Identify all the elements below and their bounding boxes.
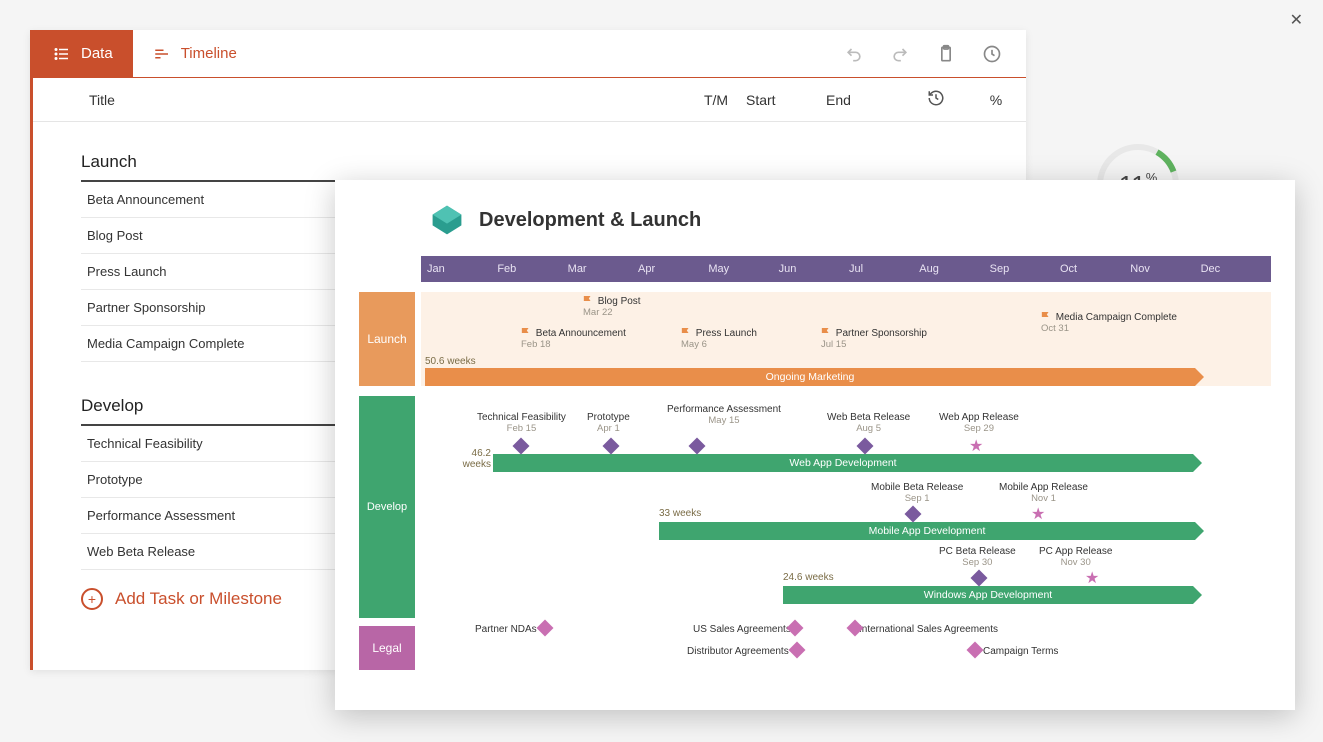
month-label: Dec (1201, 263, 1271, 275)
duration-mobile: 33 weeks (659, 508, 701, 519)
flag-date: Jul 15 (821, 339, 927, 350)
milestone-pbr[interactable]: PC Beta ReleaseSep 30 (939, 546, 1016, 568)
legal-us[interactable]: US Sales Agreements (693, 624, 791, 635)
lane-develop-label: Develop (359, 396, 415, 618)
month-label: Sep (990, 263, 1060, 275)
app-logo-icon (429, 202, 465, 238)
list-icon (53, 45, 71, 63)
lane-legal-label: Legal (359, 626, 415, 670)
flag-date: Feb 18 (521, 339, 626, 350)
timeline-title: Development & Launch (479, 209, 701, 232)
flag-icon (681, 328, 691, 338)
legal-dist[interactable]: Distributor Agreements (687, 646, 789, 657)
col-tm: T/M (686, 92, 746, 108)
month-label: Jul (849, 263, 919, 275)
flag-media[interactable]: Media Campaign Complete Oct 31 (1041, 312, 1177, 334)
plus-icon: + (81, 588, 103, 610)
milestone-war[interactable]: Web App ReleaseSep 29 (939, 412, 1019, 434)
flag-partner[interactable]: Partner Sponsorship Jul 15 (821, 328, 927, 350)
month-label: Jan (427, 263, 497, 275)
tab-timeline-label: Timeline (181, 45, 237, 62)
month-label: Feb (497, 263, 567, 275)
tab-bar: Data Timeline (33, 30, 1026, 78)
milestone-mbr[interactable]: Mobile Beta ReleaseSep 1 (871, 482, 963, 504)
column-headers: Title T/M Start End % (33, 78, 1026, 122)
col-history (906, 89, 966, 110)
milestone-mar[interactable]: Mobile App ReleaseNov 1 (999, 482, 1088, 504)
star-icon: ★ (969, 436, 983, 456)
flag-label: Partner Sponsorship (836, 328, 927, 339)
history-icon[interactable] (982, 44, 1002, 64)
milestone-perf[interactable]: Performance AssessmentMay 15 (667, 404, 781, 426)
month-label: Oct (1060, 263, 1130, 275)
close-button[interactable]: ✕ (1290, 10, 1303, 30)
group-launch-title[interactable]: Launch (81, 146, 1006, 182)
bar-marketing[interactable]: Ongoing Marketing (425, 368, 1195, 386)
add-task-button[interactable]: + Add Task or Milestone + (81, 570, 361, 610)
bar-windows[interactable]: Windows App Development (783, 586, 1193, 604)
flag-icon (821, 328, 831, 338)
flag-icon (1041, 312, 1051, 322)
tab-data-label: Data (81, 45, 113, 62)
milestone-par[interactable]: PC App ReleaseNov 30 (1039, 546, 1112, 568)
clipboard-icon[interactable] (936, 44, 956, 64)
month-label: Apr (638, 263, 708, 275)
flag-beta[interactable]: Beta Announcement Feb 18 (521, 328, 626, 350)
bar-web[interactable]: Web App Development (493, 454, 1193, 472)
flag-date: Mar 22 (583, 307, 641, 318)
milestone-wbr[interactable]: Web Beta ReleaseAug 5 (827, 412, 910, 434)
flag-blog[interactable]: Blog Post Mar 22 (583, 296, 641, 318)
flag-date: May 6 (681, 339, 757, 350)
month-label: Nov (1130, 263, 1200, 275)
legal-nda[interactable]: Partner NDAs (475, 624, 537, 635)
tab-data[interactable]: Data (33, 30, 133, 77)
milestone-tf[interactable]: Technical FeasibilityFeb 15 (477, 412, 566, 434)
add-task-label: Add Task or Milestone (115, 589, 282, 609)
col-start: Start (746, 92, 826, 108)
legal-terms[interactable]: Campaign Terms (983, 646, 1058, 657)
col-title: Title (89, 92, 686, 108)
month-label: Mar (568, 263, 638, 275)
duration-marketing: 50.6 weeks (425, 356, 476, 367)
legal-intl[interactable]: International Sales Agreements (859, 624, 998, 635)
redo-icon[interactable] (890, 44, 910, 64)
star-icon: ★ (1085, 568, 1099, 588)
flag-press[interactable]: Press Launch May 6 (681, 328, 757, 350)
timeline-icon (153, 45, 171, 63)
flag-date: Oct 31 (1041, 323, 1177, 334)
flag-icon (583, 296, 593, 306)
col-percent: % (966, 92, 1026, 108)
tab-timeline[interactable]: Timeline (133, 30, 257, 77)
month-label: Aug (919, 263, 989, 275)
flag-label: Blog Post (598, 296, 641, 307)
lane-launch-label: Launch (359, 292, 415, 386)
month-label: May (708, 263, 778, 275)
bar-mobile[interactable]: Mobile App Development (659, 522, 1195, 540)
star-icon: ★ (1031, 504, 1045, 524)
month-axis: Jan Feb Mar Apr May Jun Jul Aug Sep Oct … (421, 256, 1271, 282)
flag-label: Beta Announcement (536, 328, 626, 339)
timeline-chart: Jan Feb Mar Apr May Jun Jul Aug Sep Oct … (359, 256, 1271, 676)
duration-windows: 24.6 weeks (783, 572, 834, 583)
milestone-proto[interactable]: PrototypeApr 1 (587, 412, 630, 434)
flag-icon (521, 328, 531, 338)
timeline-card: Development & Launch Jan Feb Mar Apr May… (335, 180, 1295, 710)
duration-web: 46.2 weeks (457, 448, 491, 470)
history-column-icon (927, 89, 945, 107)
col-end: End (826, 92, 906, 108)
undo-icon[interactable] (844, 44, 864, 64)
flag-label: Media Campaign Complete (1056, 312, 1177, 323)
month-label: Jun (779, 263, 849, 275)
flag-label: Press Launch (696, 328, 757, 339)
